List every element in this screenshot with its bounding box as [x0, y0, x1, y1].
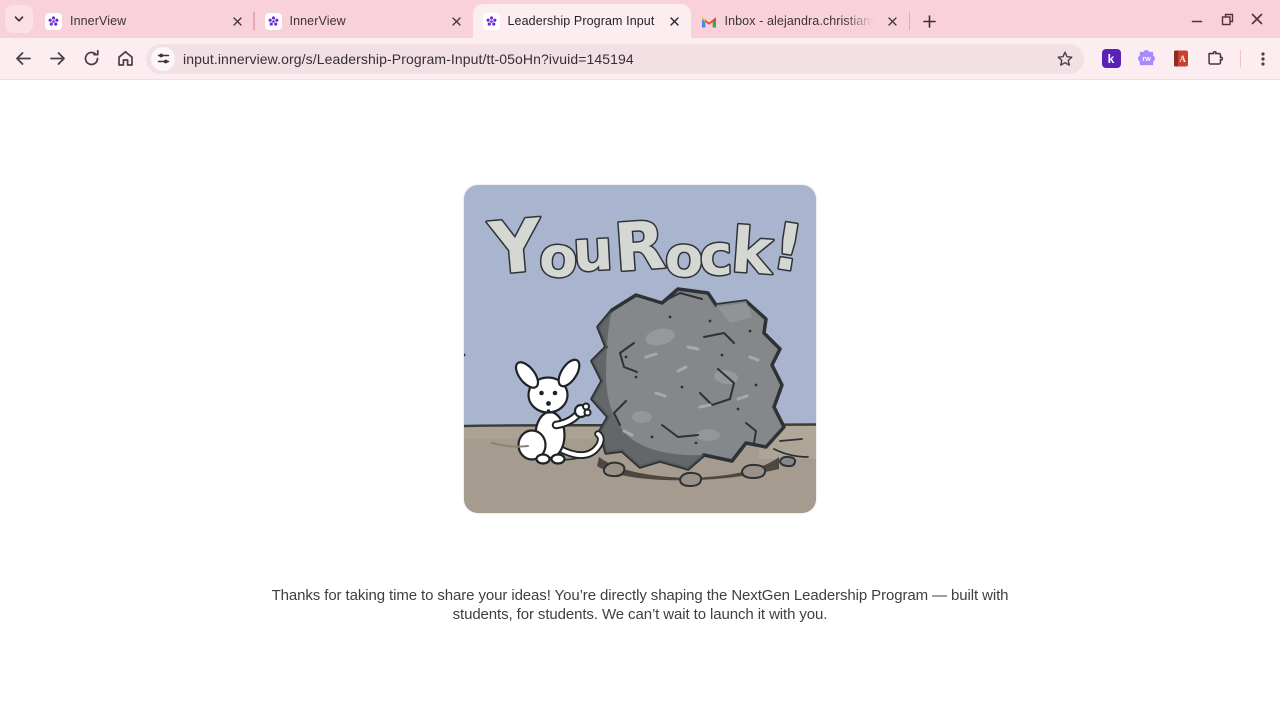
- browser-tab-bar: InnerView InnerView Leadership Program I…: [0, 0, 1280, 38]
- restore-button[interactable]: [1212, 4, 1242, 34]
- tab-separator: [908, 12, 910, 30]
- minimize-icon: [1191, 20, 1203, 23]
- plus-icon: [922, 14, 936, 28]
- forward-button[interactable]: [40, 42, 74, 76]
- close-icon: [1251, 13, 1263, 25]
- keeper-badge-letter: k: [1107, 51, 1115, 66]
- forward-arrow-icon: [49, 52, 65, 65]
- tab-label: InnerView: [70, 14, 127, 28]
- address-bar[interactable]: input.innerview.org/s/Leadership-Program…: [146, 43, 1084, 74]
- home-icon: [117, 50, 133, 66]
- innerview-flower-icon: [45, 12, 62, 30]
- svg-text:c: c: [698, 223, 733, 289]
- new-tab-button[interactable]: [916, 8, 942, 34]
- tab-gmail-inbox[interactable]: Inbox - alejandra.christiansen.s: [691, 4, 909, 38]
- url-text[interactable]: input.innerview.org/s/Leadership-Program…: [183, 51, 1056, 67]
- tab-close-icon[interactable]: [449, 13, 465, 29]
- extensions-puzzle-button[interactable]: [1205, 49, 1225, 69]
- window-controls: [1182, 0, 1272, 38]
- tab-label: Inbox - alejandra.christiansen.s: [724, 14, 877, 28]
- innerview-flower-icon: [264, 12, 282, 30]
- restore-icon: [1221, 13, 1233, 25]
- tab-search-button[interactable]: [5, 5, 33, 33]
- web-page-content: Y o u R o c k ! Thanks for taking time t…: [0, 80, 1280, 719]
- back-arrow-icon: [15, 52, 31, 65]
- tab-label: Leadership Program Input: [507, 14, 655, 28]
- browser-toolbar: input.innerview.org/s/Leadership-Program…: [0, 38, 1280, 80]
- tune-sliders-icon: [157, 53, 169, 64]
- bookmark-star-button[interactable]: [1056, 50, 1074, 68]
- tab-innerview-1[interactable]: InnerView: [35, 4, 253, 38]
- tab-close-icon[interactable]: [229, 13, 245, 29]
- reload-icon: [84, 49, 99, 66]
- toolbar-separator: [1239, 49, 1241, 68]
- tab-innerview-2[interactable]: InnerView: [255, 4, 473, 38]
- site-info-button[interactable]: [151, 46, 175, 71]
- home-button[interactable]: [108, 42, 142, 76]
- svg-text:R: R: [612, 207, 668, 287]
- back-button[interactable]: [6, 42, 40, 76]
- tab-close-icon[interactable]: [885, 13, 901, 29]
- tab-close-icon[interactable]: [667, 13, 683, 29]
- minimize-button[interactable]: [1182, 4, 1212, 34]
- reload-button[interactable]: [74, 42, 108, 76]
- svg-text:A: A: [1179, 54, 1186, 64]
- svg-text:rw: rw: [1142, 55, 1151, 63]
- close-window-button[interactable]: [1242, 4, 1272, 34]
- extensions-row: k rw A: [1101, 48, 1271, 69]
- extensions-puzzle-icon: [1207, 50, 1223, 65]
- star-icon: [1057, 51, 1072, 66]
- innerview-flower-icon: [482, 12, 500, 30]
- dictionary-extension-icon[interactable]: A: [1172, 49, 1190, 68]
- you-rock-lettering: Y o u R o c k !: [484, 201, 810, 293]
- kebab-menu-icon: [1261, 51, 1265, 66]
- chevron-down-icon: [14, 16, 24, 22]
- you-rock-illustration: Y o u R o c k !: [464, 185, 816, 513]
- gmail-icon: [701, 15, 717, 28]
- thank-you-message: Thanks for taking time to share your ide…: [271, 587, 1009, 623]
- keeper-extension-icon[interactable]: k: [1101, 49, 1121, 68]
- svg-text:u: u: [571, 218, 614, 285]
- tab-label: InnerView: [289, 14, 346, 28]
- readwrite-extension-icon[interactable]: rw: [1136, 48, 1157, 69]
- tab-leadership-program-input[interactable]: Leadership Program Input: [472, 4, 691, 38]
- browser-menu-button[interactable]: [1256, 51, 1270, 67]
